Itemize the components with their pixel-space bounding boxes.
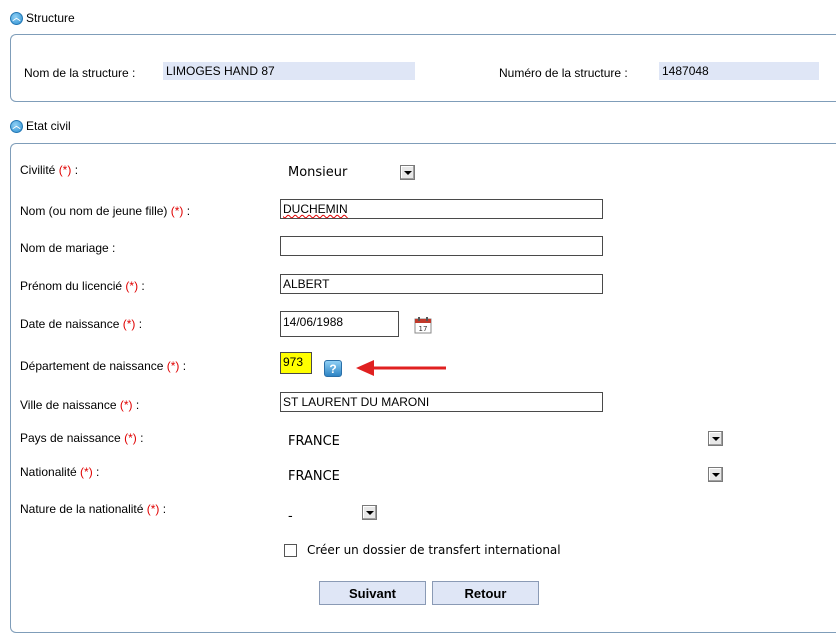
- prenom-input[interactable]: ALBERT: [280, 274, 603, 294]
- civilite-label: Civilité (*) :: [20, 163, 79, 177]
- nom-mariage-input[interactable]: [280, 236, 603, 256]
- civilite-select[interactable]: Monsieur: [288, 165, 347, 180]
- nom-input[interactable]: DUCHEMIN: [280, 199, 603, 219]
- ville-label: Ville de naissance (*) :: [20, 398, 140, 412]
- civilite-dropdown-arrow-icon[interactable]: [400, 165, 415, 180]
- prenom-label: Prénom du licencié (*) :: [20, 279, 145, 293]
- date-naissance-input[interactable]: 14/06/1988: [280, 311, 399, 337]
- transfert-checkbox-label[interactable]: Créer un dossier de transfert internatio…: [307, 543, 561, 557]
- nationalite-dropdown-arrow-icon[interactable]: [708, 467, 723, 482]
- retour-button[interactable]: Retour: [432, 581, 539, 605]
- departement-label: Département de naissance (*) :: [20, 359, 187, 373]
- nature-nationalite-label: Nature de la nationalité (*) :: [20, 502, 167, 516]
- nom-mariage-label: Nom de mariage :: [20, 241, 116, 255]
- pays-dropdown-arrow-icon[interactable]: [708, 431, 723, 446]
- departement-input[interactable]: 973: [280, 352, 312, 374]
- suivant-button[interactable]: Suivant: [319, 581, 426, 605]
- nature-nationalite-dropdown-arrow-icon[interactable]: [362, 505, 377, 520]
- nom-label: Nom (ou nom de jeune fille) (*) :: [20, 204, 191, 218]
- etat-civil-section-header[interactable]: ︿ Etat civil: [10, 118, 71, 134]
- transfert-checkbox[interactable]: [284, 544, 297, 557]
- structure-number-label: Numéro de la structure :: [499, 66, 628, 80]
- red-arrow-annotation: [356, 359, 448, 377]
- help-icon[interactable]: ?: [324, 360, 342, 377]
- structure-section-header[interactable]: ︿ Structure: [10, 10, 75, 26]
- pays-select[interactable]: FRANCE: [288, 434, 340, 449]
- structure-name-label: Nom de la structure :: [24, 66, 136, 80]
- ville-input[interactable]: ST LAURENT DU MARONI: [280, 392, 603, 412]
- calendar-icon[interactable]: 17: [414, 316, 432, 334]
- collapse-icon[interactable]: ︿: [10, 119, 23, 133]
- structure-name-value: LIMOGES HAND 87: [163, 62, 415, 80]
- etat-civil-section-title: Etat civil: [26, 119, 71, 133]
- nationalite-select[interactable]: FRANCE: [288, 469, 340, 484]
- nature-nationalite-select[interactable]: -: [288, 509, 293, 524]
- collapse-icon[interactable]: ︿: [10, 11, 23, 25]
- date-naissance-label: Date de naissance (*) :: [20, 317, 143, 331]
- svg-text:17: 17: [419, 325, 428, 333]
- structure-number-value: 1487048: [659, 62, 819, 80]
- structure-section-title: Structure: [26, 11, 75, 25]
- pays-label: Pays de naissance (*) :: [20, 431, 144, 445]
- nationalite-label: Nationalité (*) :: [20, 465, 100, 479]
